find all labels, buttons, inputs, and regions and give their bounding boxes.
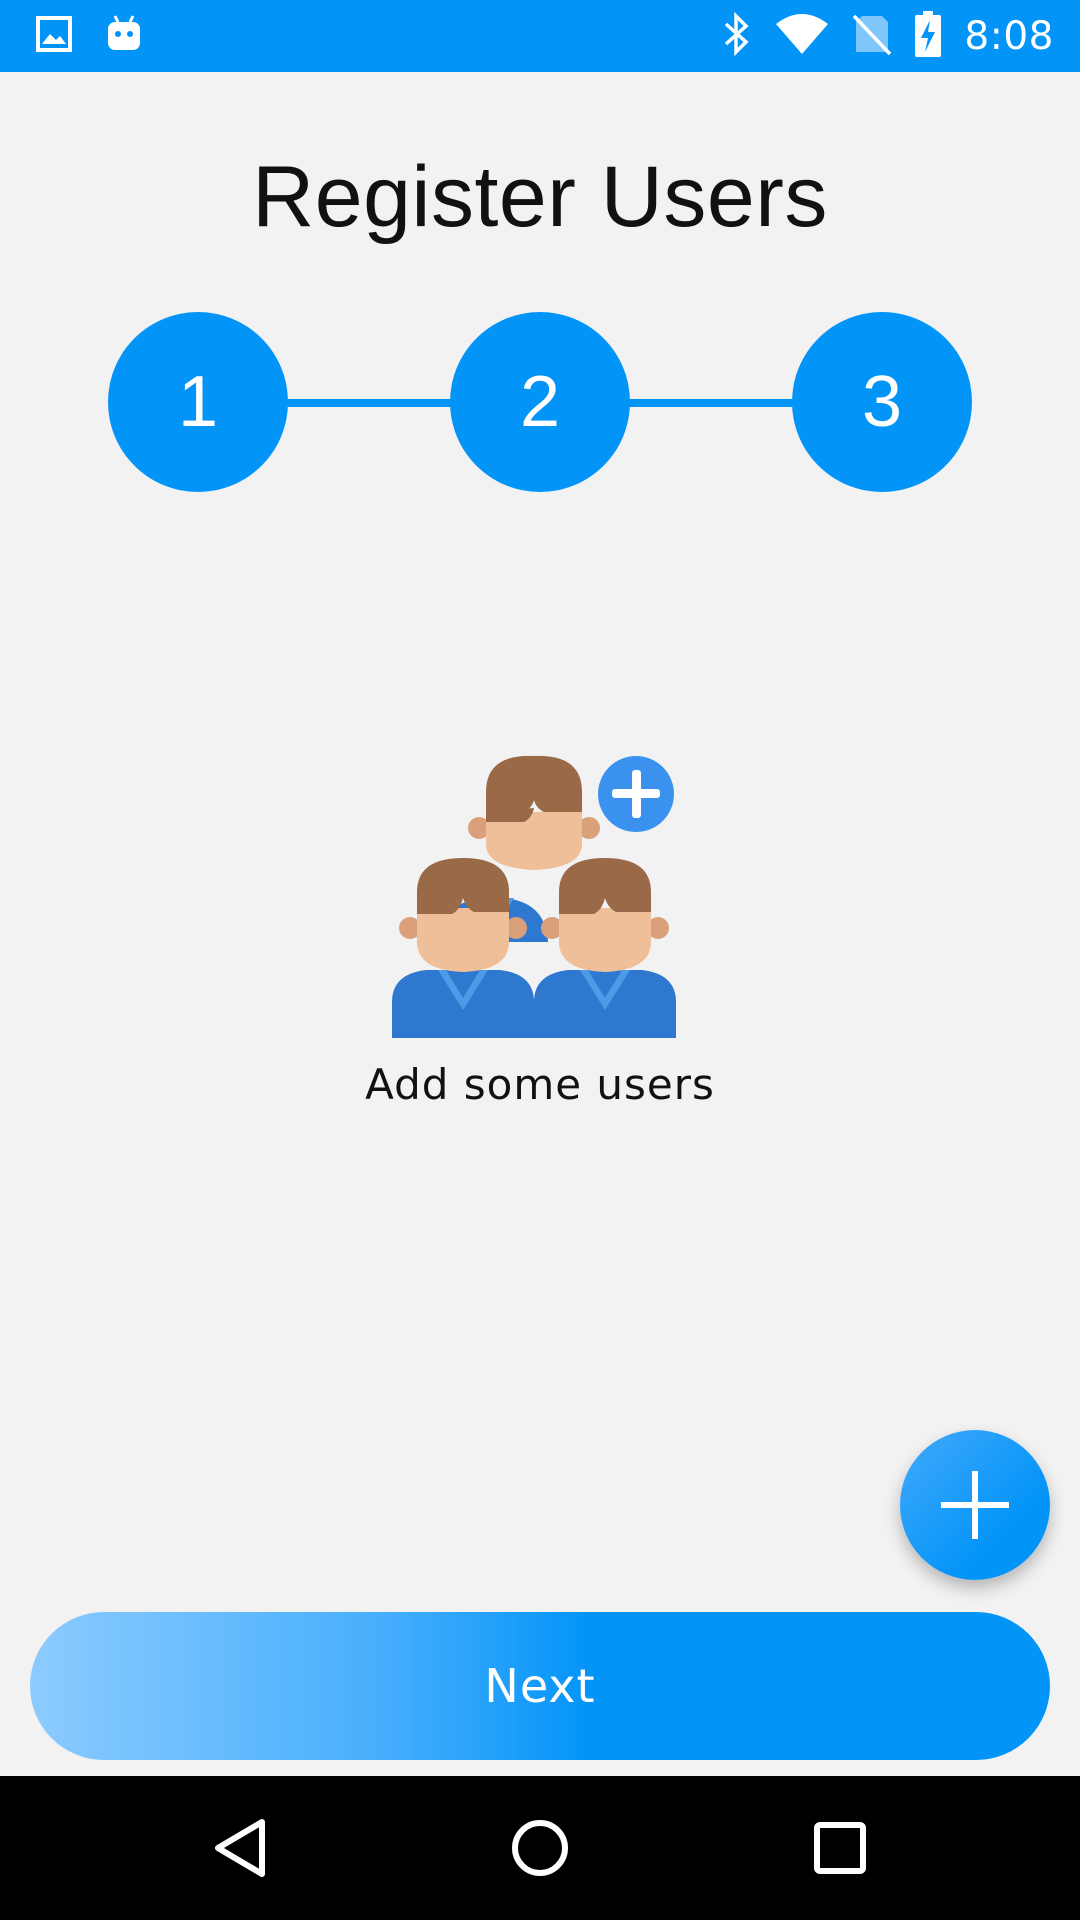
users-add-icon <box>388 752 678 1038</box>
battery-charging-icon <box>914 10 942 62</box>
recents-icon <box>814 1822 866 1874</box>
stepper: 1 2 3 <box>0 312 1080 494</box>
no-sim-icon <box>852 12 892 60</box>
back-button[interactable] <box>160 1776 320 1920</box>
image-icon <box>36 16 72 56</box>
bluetooth-icon <box>722 11 752 60</box>
navigation-bar <box>0 1776 1080 1920</box>
stepper-connector <box>620 399 810 407</box>
home-icon <box>512 1820 568 1876</box>
page-title: Register Users <box>252 149 828 245</box>
plus-icon <box>941 1471 1009 1539</box>
step-2[interactable]: 2 <box>450 312 630 492</box>
step-3[interactable]: 3 <box>792 312 972 492</box>
status-time: 8:08 <box>964 13 1054 59</box>
home-button[interactable] <box>460 1776 620 1920</box>
status-bar: 8:08 <box>0 0 1080 72</box>
step-1[interactable]: 1 <box>108 312 288 492</box>
back-icon <box>215 1819 265 1877</box>
stepper-connector <box>270 399 460 407</box>
android-icon <box>106 14 142 58</box>
wifi-icon <box>774 12 830 60</box>
add-user-fab[interactable] <box>900 1430 1050 1580</box>
recents-button[interactable] <box>760 1776 920 1920</box>
empty-state-text: Add some users <box>365 1060 715 1109</box>
next-button[interactable]: Next <box>30 1612 1050 1760</box>
register-users-screen: 8:08 Register Users 1 2 3 Add some users… <box>0 0 1080 1920</box>
